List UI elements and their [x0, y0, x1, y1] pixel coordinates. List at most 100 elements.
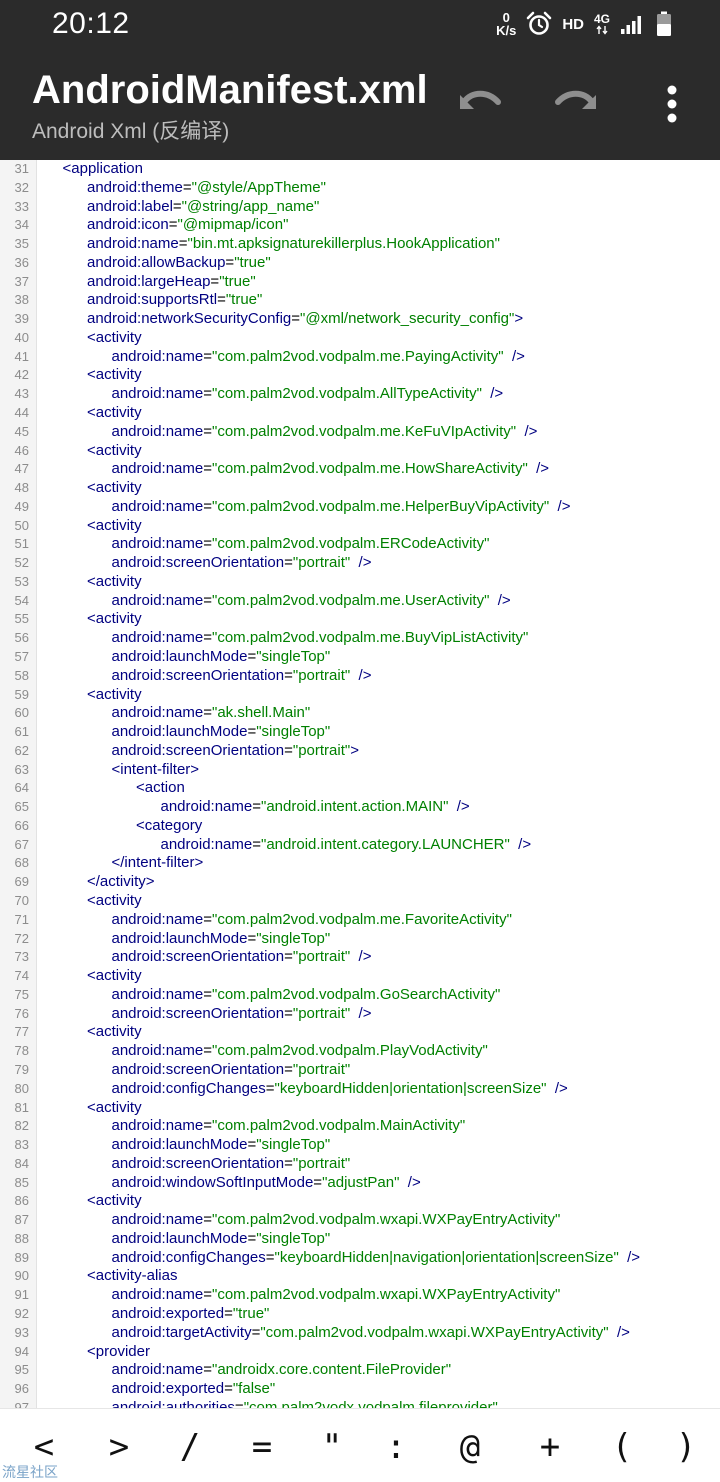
code-line: 41 android:name="com.palm2vod.vodpalm.me.…	[0, 348, 720, 367]
code-token-eq: =	[234, 1398, 244, 1408]
code-line: 57 android:launchMode="singleTop"	[0, 648, 720, 667]
code-text: <activity-alias	[87, 1267, 177, 1286]
code-token-eq: =	[284, 666, 293, 684]
line-number: 86	[14, 1193, 29, 1209]
code-token-eq: =	[284, 554, 293, 572]
line-number: 83	[14, 1137, 29, 1153]
code-line: 81 <activity	[0, 1099, 720, 1118]
code-token-attr: android:exported	[111, 1304, 225, 1322]
redo-button[interactable]	[552, 80, 600, 128]
code-text: <activity	[87, 517, 142, 536]
code-text: <application	[63, 160, 143, 179]
line-number: 35	[14, 236, 29, 252]
line-number: 33	[14, 198, 29, 214]
code-line: 59 <activity	[0, 686, 720, 705]
code-token-tag: <activity	[87, 366, 142, 384]
line-number: 78	[14, 1043, 29, 1059]
undo-button[interactable]	[456, 80, 504, 128]
line-number: 41	[14, 348, 29, 364]
code-token-tag: >	[350, 741, 359, 759]
code-token-val: "false"	[232, 1380, 276, 1398]
code-text: android:launchMode="singleTop"	[112, 723, 331, 742]
code-line: 83 android:launchMode="singleTop"	[0, 1136, 720, 1155]
watermark-text: 流星社区	[2, 1465, 58, 1481]
code-token-attr: android:configChanges	[111, 1248, 266, 1266]
code-line: 55 <activity	[0, 610, 720, 629]
symbol-key[interactable]: >	[89, 1417, 149, 1477]
code-token-val: "com.palm2vod.vodpalm.ERCodeActivity"	[212, 535, 490, 553]
code-token-tag: <activity-alias	[87, 1267, 178, 1285]
code-token-eq: =	[203, 347, 212, 365]
code-token-eq: =	[172, 197, 182, 215]
symbol-key[interactable]: /	[160, 1417, 220, 1477]
code-token-eq: =	[203, 422, 212, 440]
line-number: 71	[14, 911, 29, 927]
signal-icon	[621, 16, 641, 34]
line-number: 84	[14, 1155, 29, 1171]
code-line: 45 android:name="com.palm2vod.vodpalm.me.…	[0, 423, 720, 442]
code-token-attr: android:launchMode	[111, 648, 248, 666]
code-line: 89 android:configChanges="keyboardHidden|…	[0, 1249, 720, 1268]
code-text: android:launchMode="singleTop"	[112, 648, 331, 667]
code-text: android:largeHeap="true"	[87, 273, 256, 292]
battery-icon	[657, 11, 671, 36]
code-line: 84 android:screenOrientation="portrait"	[0, 1155, 720, 1174]
line-number: 74	[14, 968, 29, 984]
code-editor[interactable]: 31 <application 32 android:theme="@style/Ap…	[0, 160, 720, 1408]
code-token-attr: android:screenOrientation	[111, 666, 285, 684]
line-number: 39	[14, 311, 29, 327]
code-text: <action	[136, 779, 185, 798]
code-token-val: "com.palm2vod.vodpalm.wxapi.WXPayEntryAc…	[212, 1211, 561, 1229]
code-line: 70 <activity	[0, 892, 720, 911]
line-number: 46	[14, 442, 29, 458]
code-text: android:authorities="com.palm2vodx.vodpa…	[112, 1399, 498, 1408]
code-text: android:screenOrientation="portrait" />	[112, 948, 372, 967]
code-token-val: "@style/AppTheme"	[191, 178, 326, 196]
line-number: 50	[14, 517, 29, 533]
code-token-val: "@mipmap/icon"	[177, 216, 289, 234]
code-token-tag: />	[618, 1248, 641, 1266]
symbol-key[interactable]: =	[232, 1417, 292, 1477]
code-line: 82 android:name="com.palm2vod.vodpalm.Mai…	[0, 1117, 720, 1136]
line-number: 70	[14, 893, 29, 909]
code-text: android:name="com.palm2vod.vodpalm.me.Us…	[112, 592, 511, 611]
code-line: 76 android:screenOrientation="portrait" /…	[0, 1005, 720, 1024]
code-token-val: "portrait"	[292, 666, 351, 684]
code-token-tag: />	[527, 460, 550, 478]
code-line: 87 android:name="com.palm2vod.vodpalm.wxa…	[0, 1211, 720, 1230]
symbol-key[interactable]: )	[656, 1417, 716, 1477]
more-options-button[interactable]	[648, 80, 696, 128]
code-token-val: "com.palm2vod.vodpalm.wxapi.WXPayEntryAc…	[260, 1323, 609, 1341]
code-token-eq: =	[203, 535, 212, 553]
code-line: 50 <activity	[0, 517, 720, 536]
code-text: android:configChanges="keyboardHidden|or…	[112, 1080, 568, 1099]
code-text: <activity	[87, 442, 142, 461]
code-line: 43 android:name="com.palm2vod.vodpalm.All…	[0, 385, 720, 404]
code-line: 88 android:launchMode="singleTop"	[0, 1230, 720, 1249]
code-token-val: "com.palm2vod.vodpalm.me.HowShareActivit…	[212, 460, 528, 478]
symbol-key-bar: < > / = ": @ +()	[0, 1408, 720, 1481]
code-token-attr: android:name	[160, 798, 253, 816]
code-token-eq: =	[252, 835, 261, 853]
line-number: 54	[14, 592, 29, 608]
code-token-eq: =	[203, 629, 212, 647]
symbol-key[interactable]: @	[440, 1417, 500, 1477]
code-token-eq: =	[203, 1117, 212, 1135]
line-number: 34	[14, 217, 29, 233]
symbol-key[interactable]: "	[302, 1417, 362, 1477]
symbol-key[interactable]: (	[592, 1417, 652, 1477]
code-token-eq: =	[217, 291, 226, 309]
symbol-key[interactable]: +	[520, 1417, 580, 1477]
line-number: 68	[14, 855, 29, 871]
code-line: 36 android:allowBackup="true"	[0, 254, 720, 273]
code-text: android:name="com.palm2vod.vodpalm.wxapi…	[112, 1211, 561, 1230]
line-number: 40	[14, 329, 29, 345]
code-token-attr: android:allowBackup	[87, 253, 226, 271]
code-token-attr: android:theme	[87, 178, 183, 196]
code-token-val: "bin.mt.apksignaturekillerplus.HookAppli…	[187, 235, 500, 253]
code-line: 94 <provider	[0, 1343, 720, 1362]
symbol-key[interactable]: :	[366, 1417, 426, 1477]
line-number: 56	[14, 630, 29, 646]
code-line: 34 android:icon="@mipmap/icon"	[0, 216, 720, 235]
hd-label: HD	[562, 15, 584, 33]
